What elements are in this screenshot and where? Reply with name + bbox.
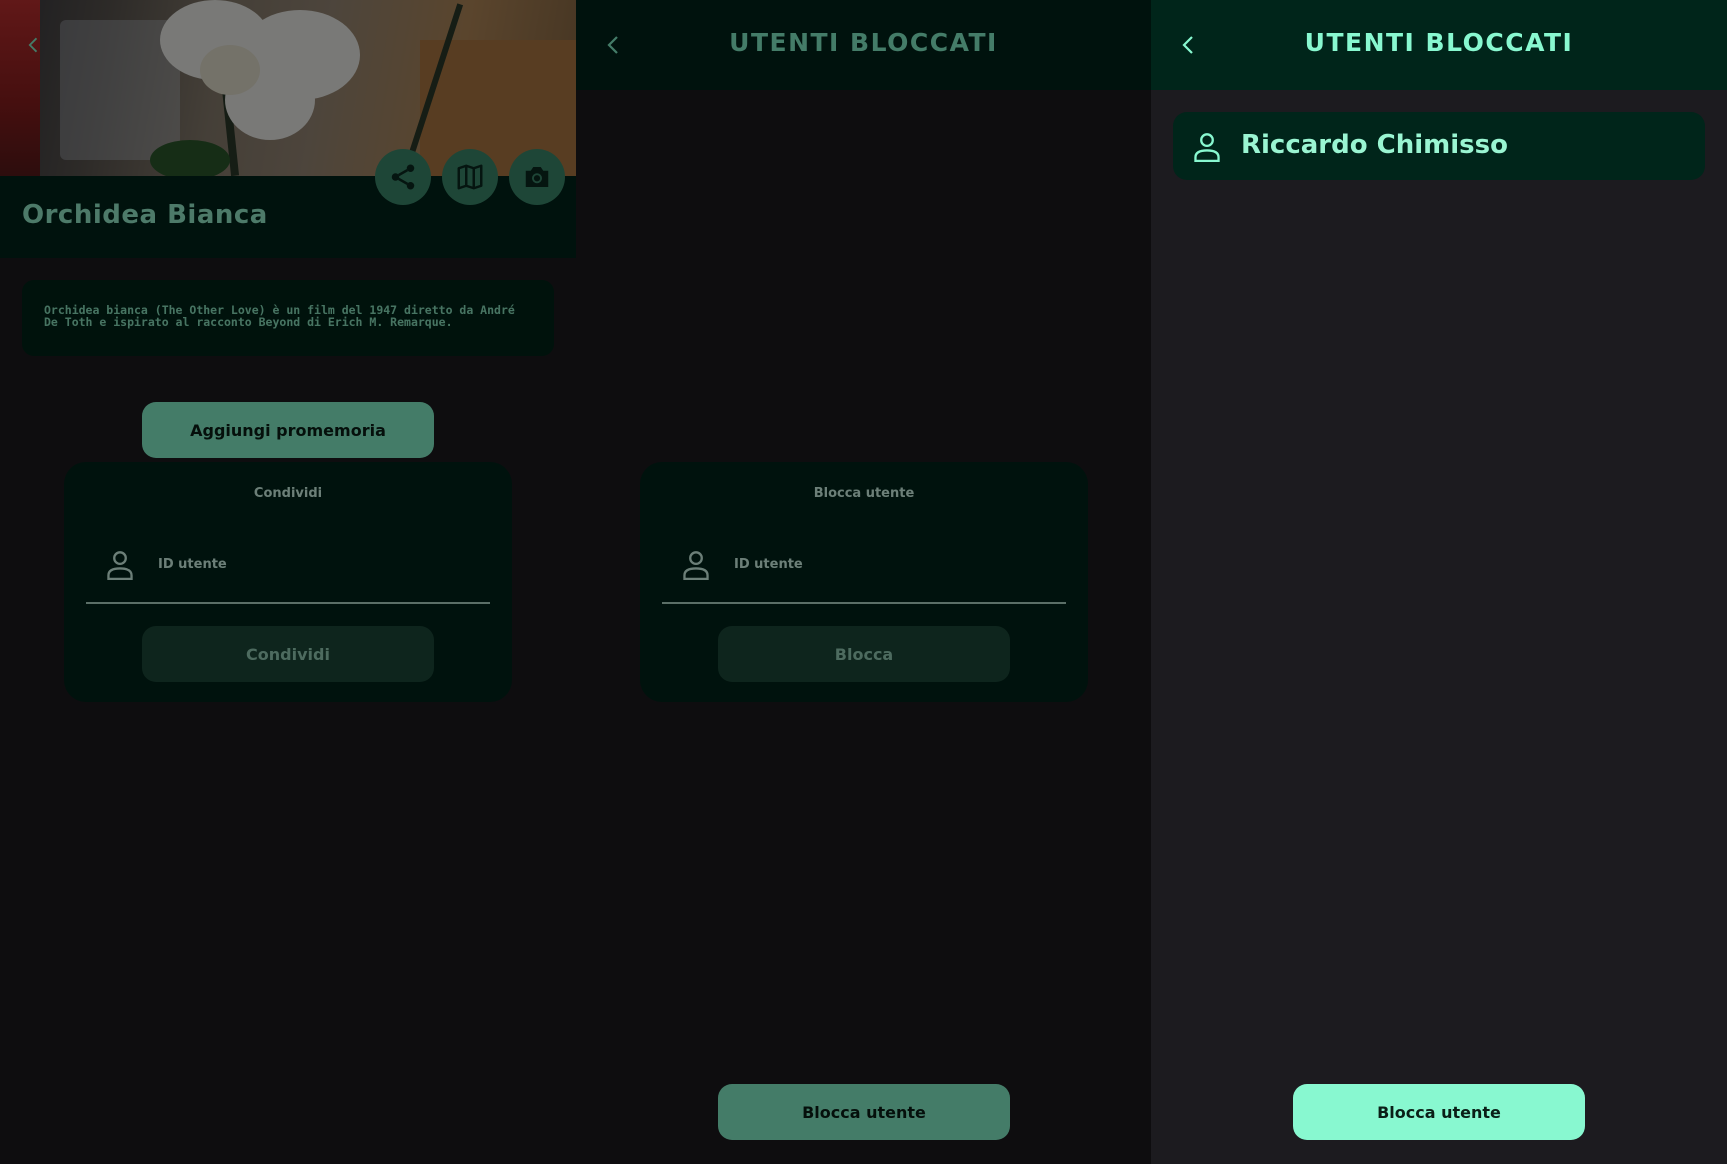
user-id-input[interactable] [158, 552, 458, 576]
share-button[interactable] [375, 149, 431, 205]
map-button[interactable] [442, 149, 498, 205]
dialog-title: Condividi [253, 486, 323, 501]
list-item[interactable]: Riccardo Chimisso [1173, 112, 1705, 180]
app-bar: UTENTI BLOCCATI [576, 0, 1151, 90]
plant-title: Orchidea Bianca [22, 200, 268, 230]
blocked-users-screen: UTENTI BLOCCATI Riccardo Chimisso Blocca… [1151, 0, 1727, 1164]
user-id-field[interactable] [662, 522, 1066, 604]
description-text: Orchidea bianca (The Other Love) è un fi… [44, 303, 515, 329]
person-icon [1194, 133, 1220, 162]
camera-button[interactable] [509, 149, 565, 205]
plant-detail-screen: Orchidea Bianca Orchidea bianca (The Oth… [0, 0, 576, 1164]
block-user-button[interactable]: Blocca utente [718, 1084, 1010, 1140]
blocked-users-dialog-screen: UTENTI BLOCCATI Blocca utente Blocca Blo… [576, 0, 1151, 1164]
app-bar: UTENTI BLOCCATI [1151, 0, 1727, 90]
share-dialog: Condividi Condividi [64, 462, 512, 702]
blocked-user-name: Riccardo Chimisso [1241, 130, 1508, 160]
map-icon [457, 164, 483, 190]
user-id-input[interactable] [734, 552, 1034, 576]
share-icon [391, 164, 415, 190]
description-card: Orchidea bianca (The Other Love) è un fi… [22, 280, 554, 356]
share-confirm-button[interactable]: Condividi [142, 626, 434, 682]
camera-icon [525, 167, 549, 187]
add-reminder-button[interactable]: Aggiungi promemoria [142, 402, 434, 458]
block-confirm-button[interactable]: Blocca [718, 626, 1010, 682]
plant-photo [0, 0, 576, 176]
chevron-left-icon[interactable] [24, 34, 44, 56]
block-user-button[interactable]: Blocca utente [1293, 1084, 1585, 1140]
page-title: UTENTI BLOCCATI [1304, 28, 1574, 57]
person-icon [683, 551, 709, 580]
dialog-title: Blocca utente [813, 486, 915, 501]
user-id-field[interactable] [86, 522, 490, 604]
block-user-dialog: Blocca utente Blocca [640, 462, 1088, 702]
page-title: UTENTI BLOCCATI [729, 28, 998, 57]
person-icon [107, 551, 133, 580]
